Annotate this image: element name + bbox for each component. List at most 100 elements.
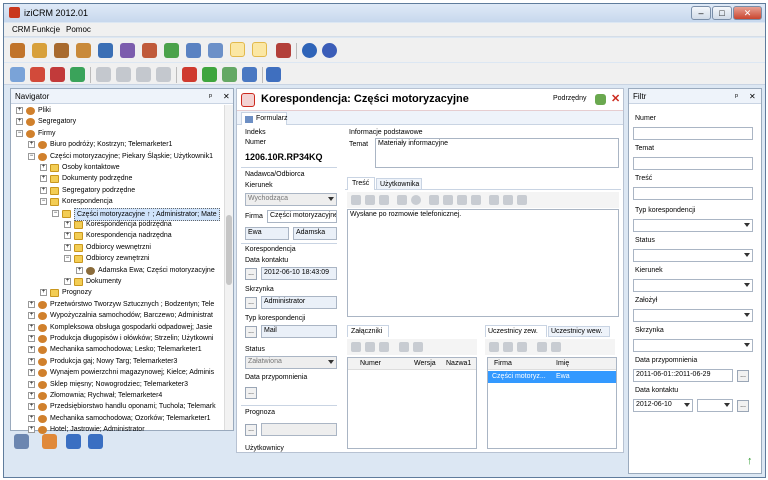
- expand-icon[interactable]: +: [64, 243, 71, 251]
- expand-icon[interactable]: +: [40, 289, 47, 297]
- filter-options-icon[interactable]: [222, 67, 237, 82]
- add-attachment-icon[interactable]: [351, 342, 361, 352]
- open-icon[interactable]: [365, 195, 375, 205]
- expand-icon[interactable]: +: [28, 380, 35, 388]
- align-right-icon[interactable]: [457, 195, 467, 205]
- reminder-picker-button[interactable]: ...: [245, 387, 257, 399]
- collapse-icon[interactable]: −: [64, 255, 71, 263]
- prev-icon[interactable]: [413, 342, 423, 352]
- collapse-icon[interactable]: −: [16, 129, 23, 137]
- expand-icon[interactable]: +: [76, 266, 83, 274]
- new-record-icon[interactable]: [10, 67, 25, 82]
- open-subordinate-icon[interactable]: [595, 94, 606, 105]
- tab-uczestnicy-zew[interactable]: Uczestnicy zew.: [485, 325, 547, 337]
- tab-uzytkownika[interactable]: Użytkownika: [376, 178, 422, 190]
- typ-field[interactable]: Mail: [261, 325, 337, 338]
- refresh-participants-icon[interactable]: [517, 342, 527, 352]
- database-icon[interactable]: [98, 43, 113, 58]
- bold-icon[interactable]: [489, 195, 499, 205]
- prognoza-field[interactable]: [261, 423, 337, 436]
- tresc-editor[interactable]: Wysłane po rozmowie telefonicznej.: [347, 209, 619, 317]
- filter-kontakt-from[interactable]: 2012-06-10: [633, 399, 693, 412]
- books-icon[interactable]: [10, 43, 25, 58]
- prev-icon[interactable]: [551, 342, 561, 352]
- expand-icon[interactable]: +: [28, 346, 35, 354]
- kierunek-select[interactable]: Wychodząca: [245, 193, 337, 206]
- prognoza-picker-button[interactable]: ...: [245, 424, 257, 436]
- new-doc-icon[interactable]: [351, 195, 361, 205]
- filter-numer-input[interactable]: [633, 127, 753, 140]
- delete-record-icon[interactable]: [50, 67, 65, 82]
- database-green-icon[interactable]: [164, 43, 179, 58]
- report-icon[interactable]: [208, 43, 223, 58]
- filter-zalozyl-select[interactable]: [633, 309, 753, 322]
- typ-picker-button[interactable]: ...: [245, 326, 257, 338]
- expand-icon[interactable]: +: [28, 357, 35, 365]
- help-icon[interactable]: [322, 43, 337, 58]
- apply-filter-icon[interactable]: ↑: [747, 455, 753, 467]
- justify-icon[interactable]: [471, 195, 481, 205]
- underline-icon[interactable]: [517, 195, 527, 205]
- close-icon[interactable]: ✕: [223, 92, 230, 101]
- ticket-icon[interactable]: [276, 43, 291, 58]
- filter-temat-input[interactable]: [633, 157, 753, 170]
- collapse-icon[interactable]: −: [28, 152, 35, 160]
- sort-asc-icon[interactable]: [66, 434, 81, 449]
- tab-zalaczniki[interactable]: Załączniki: [347, 325, 389, 337]
- skrzynka-picker-button[interactable]: ...: [245, 297, 257, 309]
- filter-kontakt-button[interactable]: ...: [737, 400, 749, 412]
- expand-icon[interactable]: +: [28, 369, 35, 377]
- tab-uczestnicy-wew[interactable]: Uczestnicy wew.: [548, 326, 610, 337]
- prev-record-icon[interactable]: [116, 67, 131, 82]
- imie-field[interactable]: Ewa: [245, 227, 289, 240]
- expand-icon[interactable]: +: [40, 164, 47, 171]
- expand-icon[interactable]: +: [28, 392, 35, 399]
- tools-dropdown-icon[interactable]: [242, 67, 257, 82]
- col-firma[interactable]: Firma: [494, 360, 512, 367]
- col-imie[interactable]: Imię: [556, 360, 569, 367]
- close-icon[interactable]: ✕: [749, 92, 756, 101]
- maximize-button[interactable]: □: [712, 6, 732, 20]
- info-icon[interactable]: [302, 43, 317, 58]
- expand-icon[interactable]: +: [28, 403, 35, 411]
- expand-icon[interactable]: +: [40, 186, 47, 194]
- sigma-icon[interactable]: [120, 43, 135, 58]
- chart-icon[interactable]: [186, 43, 201, 58]
- filter-przyp-button[interactable]: ...: [737, 370, 749, 382]
- remove-attachment-icon[interactable]: [365, 342, 375, 352]
- home-icon[interactable]: [54, 43, 69, 58]
- close-document-icon[interactable]: ✕: [611, 92, 620, 105]
- pin-icon[interactable]: ᵖ: [209, 92, 212, 101]
- navigator-scrollbar[interactable]: [224, 105, 233, 430]
- table-row[interactable]: Części motoryz... Ewa: [488, 371, 616, 383]
- expand-icon[interactable]: +: [28, 335, 35, 342]
- filter-toggle-icon[interactable]: [252, 42, 267, 57]
- filter-przyp-input[interactable]: 2011-06-01::2011-06-29: [633, 369, 733, 382]
- collapse-icon[interactable]: −: [52, 209, 59, 217]
- align-center-icon[interactable]: [443, 195, 453, 205]
- filter-skrzynka-select[interactable]: [633, 339, 753, 352]
- collapse-icon[interactable]: −: [40, 198, 47, 206]
- nazwisko-field[interactable]: Adamska: [293, 227, 337, 240]
- skrzynka-field[interactable]: Administrator: [261, 296, 337, 309]
- expand-icon[interactable]: +: [28, 312, 35, 320]
- font-icon[interactable]: [397, 195, 407, 205]
- add-participant-icon[interactable]: [489, 342, 499, 352]
- data-kontaktu-field[interactable]: 2012-06-10 18:43:09: [261, 267, 337, 280]
- minimize-button[interactable]: –: [691, 6, 711, 20]
- users-icon[interactable]: [142, 43, 157, 58]
- expand-icon[interactable]: +: [40, 175, 47, 183]
- expand-icon[interactable]: +: [28, 300, 35, 308]
- edit-record-icon[interactable]: [30, 67, 45, 82]
- tab-formularz[interactable]: Formularz: [241, 112, 288, 125]
- close-window-button[interactable]: ✕: [733, 6, 762, 20]
- first-icon[interactable]: [537, 342, 547, 352]
- filter-icon[interactable]: [202, 67, 217, 82]
- settings-icon[interactable]: [14, 434, 29, 449]
- menu-funkcje[interactable]: Funkcje: [32, 25, 60, 34]
- refresh-attachments-icon[interactable]: [379, 342, 389, 352]
- menu-pomoc[interactable]: Pomoc: [66, 25, 91, 34]
- align-left-icon[interactable]: [429, 195, 439, 205]
- menu-crm[interactable]: CRM: [12, 25, 30, 34]
- first-record-icon[interactable]: [96, 67, 111, 82]
